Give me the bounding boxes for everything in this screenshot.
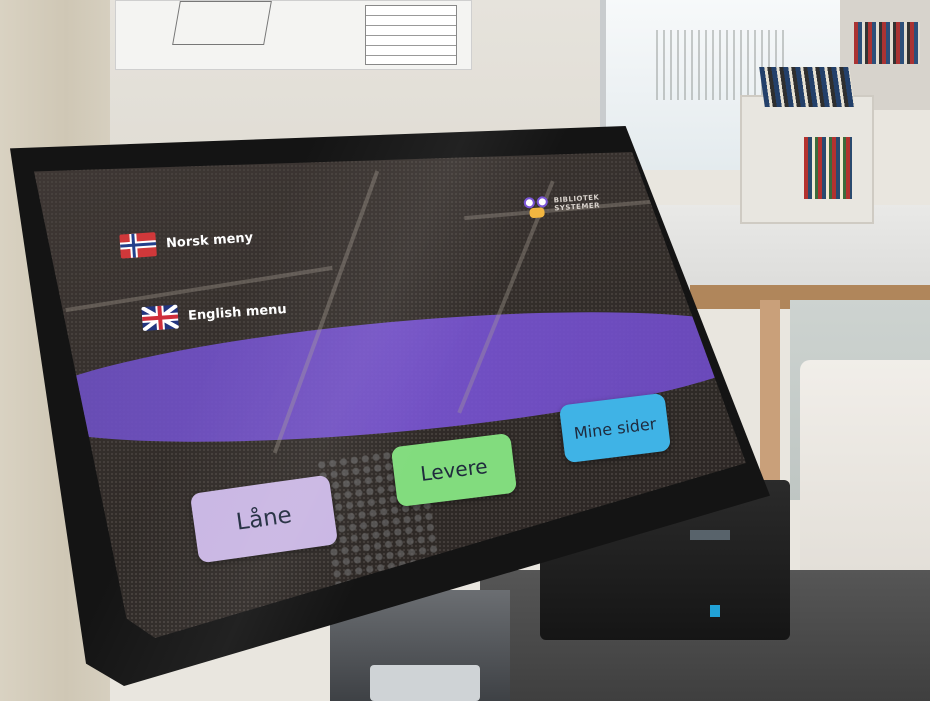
return-button-label: Levere [419, 453, 489, 487]
owl-logo-icon [523, 193, 551, 219]
desk-leg [760, 300, 780, 490]
my-pages-button[interactable]: Mine sider [558, 392, 672, 464]
borrow-button[interactable]: Låne [189, 474, 339, 564]
english-menu-label: English menu [187, 301, 288, 324]
norway-flag-icon [119, 232, 157, 259]
printer-label [690, 530, 730, 540]
bibliotek-systemer-logo: BIBLIOTEK SYSTEMER [523, 189, 600, 219]
shelf-books [854, 22, 920, 64]
book-cart [740, 67, 874, 224]
stand-plate [370, 665, 480, 701]
english-menu-link[interactable]: English menu [141, 297, 288, 332]
uk-flag-icon [141, 304, 179, 332]
floor-plan-poster [115, 0, 472, 70]
cart-books [804, 137, 852, 199]
my-pages-button-label: Mine sider [572, 413, 658, 443]
logo-text: BIBLIOTEK SYSTEMER [553, 193, 600, 212]
poster-titleblock [365, 5, 457, 65]
cart-books-top [759, 67, 855, 107]
printer-led [710, 605, 720, 617]
logo-line-2: SYSTEMER [554, 201, 601, 213]
norwegian-menu-label: Norsk meny [165, 229, 254, 251]
poster-sketch [172, 1, 272, 45]
return-button[interactable]: Levere [390, 432, 518, 508]
norwegian-menu-link[interactable]: Norsk meny [119, 225, 254, 259]
borrow-button-label: Låne [234, 502, 294, 536]
chair [800, 360, 930, 600]
bookshelf [840, 0, 930, 110]
